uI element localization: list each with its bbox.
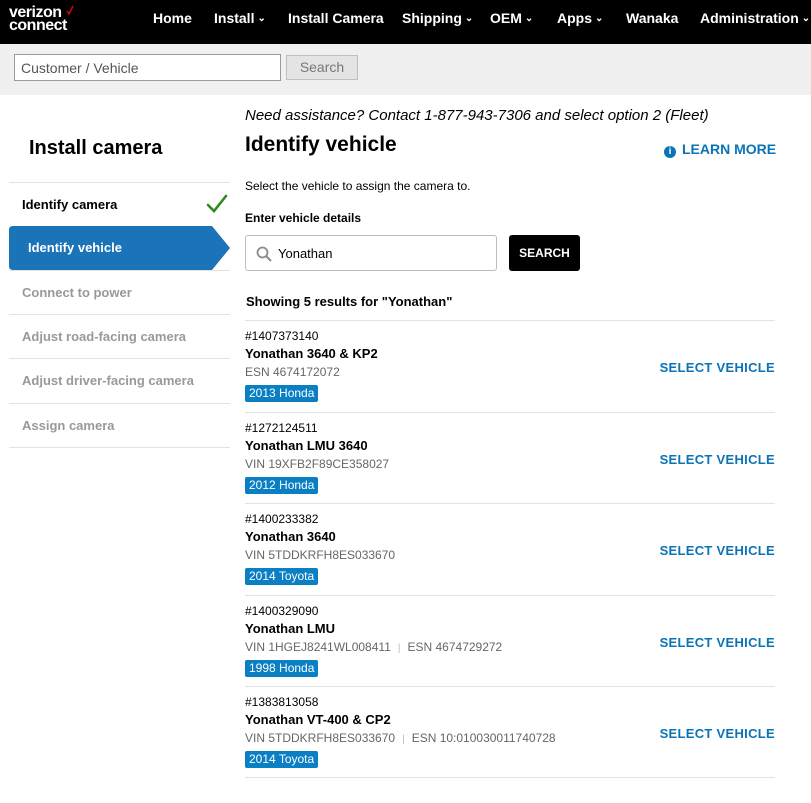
vehicle-number: #1383813058	[245, 695, 319, 709]
step-adjust-driver-camera[interactable]: Adjust driver-facing camera	[9, 358, 230, 402]
top-nav: verizon connect Home Install ⌄ Install Ca…	[0, 0, 811, 44]
vehicle-badge: 2013 Honda	[245, 385, 319, 402]
vehicle-badge: 2014 Toyota	[245, 568, 319, 585]
step-assign-camera[interactable]: Assign camera	[9, 403, 230, 447]
vehicle-search-input[interactable]	[278, 236, 488, 270]
vehicle-name: Yonathan LMU 3640	[245, 438, 368, 453]
vehicle-identifiers: VIN 1HGEJ8241WL008411 | ESN 4674729272	[245, 640, 503, 654]
vehicle-badge: 2014 Toyota	[245, 751, 319, 768]
step-label: Connect to power	[22, 285, 132, 300]
chevron-down-icon: ⌄	[801, 13, 811, 24]
vehicle-badge: 2012 Honda	[245, 477, 319, 494]
vehicle-identifiers: VIN 5TDDKRFH8ES033670	[245, 548, 396, 562]
verizon-connect-logo[interactable]: verizon connect	[9, 5, 79, 35]
global-search-button[interactable]: Search	[286, 55, 358, 80]
results-divider	[245, 777, 775, 778]
assistance-text: Need assistance? Contact 1-877-943-7306 …	[245, 107, 709, 124]
search-icon	[256, 246, 272, 262]
nav-install-camera[interactable]: Install Camera	[288, 0, 384, 44]
nav-apps[interactable]: Apps ⌄	[557, 0, 603, 44]
list-item: #1407373140 Yonathan 3640 & KP2 ESN 4674…	[245, 320, 775, 411]
nav-wanaka[interactable]: Wanaka	[626, 0, 678, 44]
chevron-down-icon: ⌄	[595, 13, 604, 24]
select-vehicle-button[interactable]: SELECT VEHICLE	[660, 543, 775, 558]
learn-more-link[interactable]: i LEARN MORE	[664, 141, 776, 158]
sidebar-title: Install camera	[29, 137, 163, 159]
results-count: Showing 5 results for "Yonathan"	[246, 294, 453, 309]
list-item: #1272124511 Yonathan LMU 3640 VIN 19XFB2…	[245, 412, 775, 503]
separator: |	[397, 643, 401, 654]
vehicle-name: Yonathan LMU	[245, 621, 336, 636]
chevron-down-icon: ⌄	[257, 13, 266, 24]
select-vehicle-button[interactable]: SELECT VEHICLE	[660, 452, 775, 467]
global-search-bar: Search	[0, 44, 811, 95]
select-vehicle-button[interactable]: SELECT VEHICLE	[660, 726, 775, 741]
vehicle-number: #1400329090	[245, 604, 319, 618]
vehicle-identifiers: VIN 19XFB2F89CE358027	[245, 457, 390, 471]
separator: |	[402, 734, 405, 745]
step-identify-camera[interactable]: Identify camera	[9, 182, 230, 226]
vehicle-search-button[interactable]: SEARCH	[509, 235, 580, 271]
step-label: Identify camera	[22, 197, 118, 212]
list-item: #1383813058 Yonathan VT-400 & CP2 VIN 5T…	[245, 686, 775, 777]
step-identify-vehicle[interactable]: Identify vehicle	[9, 226, 230, 270]
vehicle-name: Yonathan VT-400 & CP2	[245, 712, 391, 727]
vehicle-badge: 1998 Honda	[245, 660, 319, 677]
chevron-down-icon: ⌄	[524, 13, 534, 24]
info-icon: i	[664, 146, 676, 158]
checkmark-icon	[206, 194, 228, 213]
step-adjust-road-camera[interactable]: Adjust road-facing camera	[9, 314, 230, 358]
step-label: Assign camera	[22, 418, 115, 433]
page-title: Identify vehicle	[245, 133, 397, 156]
vehicle-name: Yonathan 3640 & KP2	[245, 346, 378, 361]
logo-check-icon	[66, 5, 74, 15]
nav-oem[interactable]: OEM ⌄	[490, 0, 533, 44]
customer-vehicle-search-input[interactable]	[14, 54, 281, 81]
vehicle-number: #1272124511	[245, 421, 318, 435]
step-list-divider	[9, 447, 230, 448]
step-label: Identify vehicle	[28, 240, 122, 255]
select-vehicle-button[interactable]: SELECT VEHICLE	[660, 360, 775, 375]
logo-line2: connect	[9, 17, 67, 34]
vehicle-identifiers: VIN 5TDDKRFH8ES033670 | ESN 10:01003001174…	[245, 731, 556, 745]
vehicle-identifiers: ESN 4674172072	[245, 365, 340, 379]
step-label: Adjust road-facing camera	[22, 329, 186, 344]
vehicle-search-field	[245, 235, 497, 271]
list-item: #1400233382 Yonathan 3640 VIN 5TDDKRFH8E…	[245, 503, 775, 594]
vehicle-name: Yonathan 3640	[245, 529, 336, 544]
select-vehicle-button[interactable]: SELECT VEHICLE	[660, 635, 775, 650]
nav-administration[interactable]: Administration ⌄	[700, 0, 810, 44]
vehicle-number: #1400233382	[245, 512, 319, 526]
nav-install[interactable]: Install ⌄	[214, 0, 266, 44]
chevron-down-icon: ⌄	[464, 13, 474, 24]
vehicle-field-label: Enter vehicle details	[245, 211, 362, 225]
instruction-text: Select the vehicle to assign the camera …	[245, 179, 471, 193]
step-label: Adjust driver-facing camera	[22, 373, 194, 388]
step-connect-power[interactable]: Connect to power	[9, 270, 230, 314]
list-item: #1400329090 Yonathan LMU VIN 1HGEJ8241WL…	[245, 595, 775, 686]
nav-shipping[interactable]: Shipping ⌄	[402, 0, 473, 44]
nav-home[interactable]: Home	[153, 0, 192, 44]
vehicle-number: #1407373140	[245, 329, 319, 343]
